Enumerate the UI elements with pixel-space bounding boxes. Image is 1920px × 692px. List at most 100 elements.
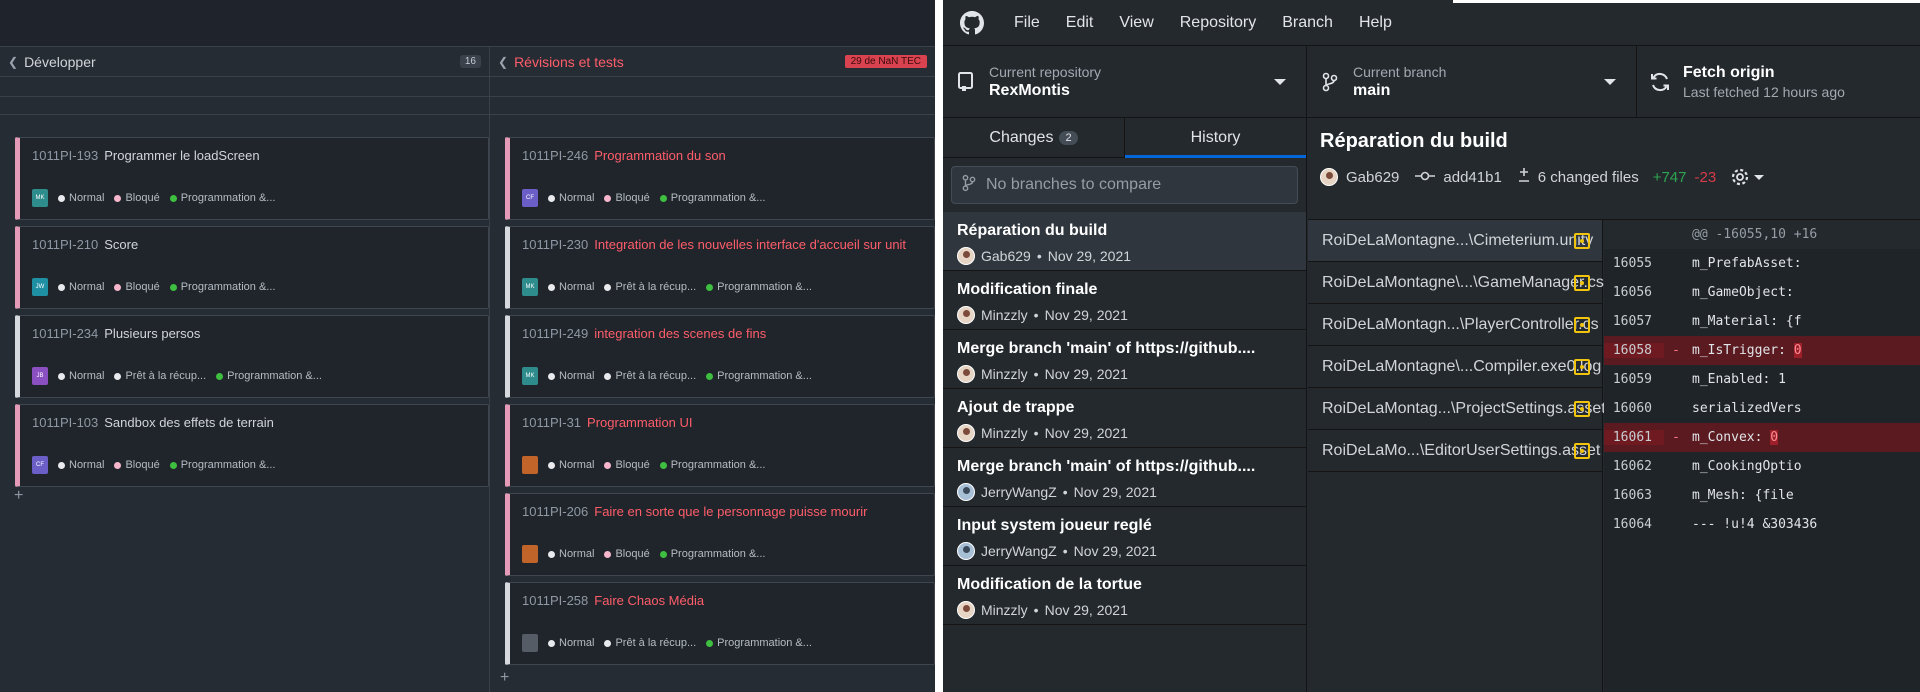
tab-history[interactable]: History (1125, 118, 1306, 158)
changed-file-item[interactable]: RoiDeLaMontagne\...Compiler.exe0.log (1308, 346, 1602, 388)
priority-label: Normal (69, 459, 105, 471)
priority-tag: Normal (58, 281, 104, 293)
avatar: JB (32, 367, 48, 385)
status-dot-icon (114, 461, 122, 469)
category-label: Programmation &... (717, 281, 812, 293)
kanban-card[interactable]: 1011PI-193 Programmer le loadScreen MK No… (15, 137, 489, 220)
fetch-origin-button[interactable]: Fetch origin Last fetched 12 hours ago (1637, 46, 1920, 117)
gear-icon (1732, 168, 1749, 186)
commit-item[interactable]: Modification de la tortue Minzzly • Nov … (943, 566, 1306, 625)
priority-dot-icon (58, 461, 65, 469)
status-dot-icon (114, 194, 122, 202)
diff-line[interactable]: 16058 - m_IsTrigger: 0 (1604, 336, 1920, 365)
menu-edit[interactable]: Edit (1053, 14, 1107, 32)
menu-help[interactable]: Help (1346, 14, 1405, 32)
changed-token: 0 (1770, 430, 1779, 445)
kanban-card[interactable]: 1011PI-230 Integration de les nouvelles i… (505, 226, 935, 309)
priority-dot-icon (548, 550, 555, 558)
changed-file-item[interactable]: RoiDeLaMo...\EditorUserSettings.asset (1308, 430, 1602, 472)
commit-item[interactable]: Merge branch 'main' of https://github...… (943, 448, 1306, 507)
commit-author: JerryWangZ (981, 543, 1057, 559)
commit-summary: Réparation du build (957, 222, 1108, 239)
card-title: 1011PI-193 Programmer le loadScreen (32, 148, 260, 163)
status-tag: Bloqué (114, 192, 160, 204)
commit-info: Gab629 add41b1 6 changed files +747 -23 (1320, 167, 1908, 187)
changed-file-item[interactable]: RoiDeLaMontagne...\Cimeterium.unity (1308, 220, 1602, 262)
branch-icon (1307, 72, 1353, 92)
kanban-card[interactable]: 1011PI-210 Score JW Normal Bloqué Program… (15, 226, 489, 309)
menu-file[interactable]: File (1001, 14, 1053, 32)
current-branch-button[interactable]: Current branch main (1307, 46, 1637, 117)
status-tag: Bloqué (604, 459, 650, 471)
diff-line[interactable]: 16059 m_Enabled: 1 (1604, 365, 1920, 394)
category-tag: Programmation &... (706, 281, 812, 293)
line-code: m_Convex: 0 (1688, 430, 1779, 445)
kanban-card[interactable]: 1011PI-258 Faire Chaos Média Normal Prêt … (505, 582, 935, 665)
card-meta: JB Normal Prêt à la récup... Programmati… (32, 367, 322, 385)
add-card-icon[interactable]: + (14, 487, 23, 505)
commit-item[interactable]: Merge branch 'main' of https://github...… (943, 330, 1306, 389)
changed-token: 0 (1793, 343, 1802, 358)
card-title: 1011PI-246 Programmation du son (522, 148, 726, 163)
chevron-left-icon[interactable]: ❮ (498, 55, 508, 69)
kanban-card[interactable]: 1011PI-246 Programmation du son CF Normal… (505, 137, 935, 220)
status-tag: Prêt à la récup... (114, 370, 206, 382)
commit-summary: Modification de la tortue (957, 576, 1142, 593)
commit-meta: Minzzly • Nov 29, 2021 (957, 424, 1292, 442)
additions: +747 (1652, 168, 1687, 186)
card-list: 1011PI-193 Programmer le loadScreen MK No… (0, 137, 489, 493)
menu-repository[interactable]: Repository (1167, 14, 1269, 32)
diff-line[interactable]: 16061 - m_Convex: 0 (1604, 423, 1920, 452)
chevron-left-icon[interactable]: ❮ (8, 55, 18, 69)
avatar (957, 365, 975, 383)
menu-branch[interactable]: Branch (1269, 14, 1346, 32)
commit-sha[interactable]: add41b1 (1443, 169, 1501, 186)
modified-icon (1574, 401, 1590, 417)
priority-dot-icon (58, 283, 65, 291)
category-dot-icon (169, 461, 177, 469)
code-text: m_Convex: (1692, 430, 1771, 445)
current-repository-button[interactable]: Current repository RexMontis (943, 46, 1307, 117)
diff-line[interactable]: 16060 serializedVers (1604, 394, 1920, 423)
changed-file-item[interactable]: RoiDeLaMontag...\ProjectSettings.asset (1308, 388, 1606, 430)
commit-item[interactable]: Ajout de trappe Minzzly • Nov 29, 2021 (943, 389, 1306, 448)
changed-file-item[interactable]: RoiDeLaMontagn...\PlayerController.cs (1308, 304, 1602, 346)
card-id: 1011PI-246 (522, 148, 589, 163)
line-number: 16059 (1612, 372, 1652, 387)
kanban-card[interactable]: 1011PI-206 Faire en sorte que le personna… (505, 493, 935, 576)
changed-file-item[interactable]: RoiDeLaMontagne\...\GameManager.cs (1308, 262, 1604, 304)
commit-item[interactable]: Input system joueur reglé JerryWangZ • N… (943, 507, 1306, 566)
commit-item[interactable]: Réparation du build Gab629 • Nov 29, 202… (943, 212, 1306, 271)
avatar (957, 424, 975, 442)
diff-line[interactable]: 16056 m_GameObject: (1604, 278, 1920, 307)
diff-line[interactable]: 16062 m_CookingOptio (1604, 452, 1920, 481)
card-id: 1011PI-206 (522, 504, 589, 519)
card-title: 1011PI-31 Programmation UI (522, 415, 693, 430)
column-header[interactable]: ❮ Développer 16 (0, 47, 489, 77)
code-text: m_PrefabAsset: (1692, 256, 1802, 271)
card-meta: CF Normal Bloqué Programmation &... (32, 456, 275, 474)
column-header[interactable]: ❮ Révisions et tests 29 de NaN TEC (490, 47, 935, 77)
diff-line[interactable]: 16063 m_Mesh: {file (1604, 481, 1920, 510)
diff-line[interactable]: 16064 --- !u!4 &303436 (1604, 510, 1920, 539)
kanban-card[interactable]: 1011PI-103 Sandbox des effets de terrain … (15, 404, 489, 487)
card-title: 1011PI-230 Integration de les nouvelles i… (522, 237, 906, 252)
category-label: Programmation &... (227, 370, 322, 382)
menu-view[interactable]: View (1106, 14, 1166, 32)
diff-settings-button[interactable] (1730, 167, 1765, 187)
deletions: -23 (1694, 168, 1717, 186)
branch-compare-input[interactable]: No branches to compare (951, 166, 1298, 204)
add-card-icon[interactable]: + (500, 669, 509, 687)
card-id: 1011PI-230 (522, 237, 589, 252)
kanban-card[interactable]: 1011PI-249 integration des scenes de fins… (505, 315, 935, 398)
commit-item[interactable]: Modification finale Minzzly • Nov 29, 20… (943, 271, 1306, 330)
priority-tag: Normal (548, 192, 594, 204)
diff-line[interactable]: 16055 m_PrefabAsset: (1604, 249, 1920, 278)
tab-changes[interactable]: Changes 2 (943, 118, 1125, 157)
category-label: Programmation &... (717, 637, 812, 649)
avatar (522, 545, 538, 563)
diff-line[interactable]: 16057 m_Material: {f (1604, 307, 1920, 336)
kanban-card[interactable]: 1011PI-234 Plusieurs persos JB Normal Prê… (15, 315, 489, 398)
line-code: m_Mesh: {file (1688, 488, 1794, 503)
kanban-card[interactable]: 1011PI-31 Programmation UI Normal Bloqué … (505, 404, 935, 487)
